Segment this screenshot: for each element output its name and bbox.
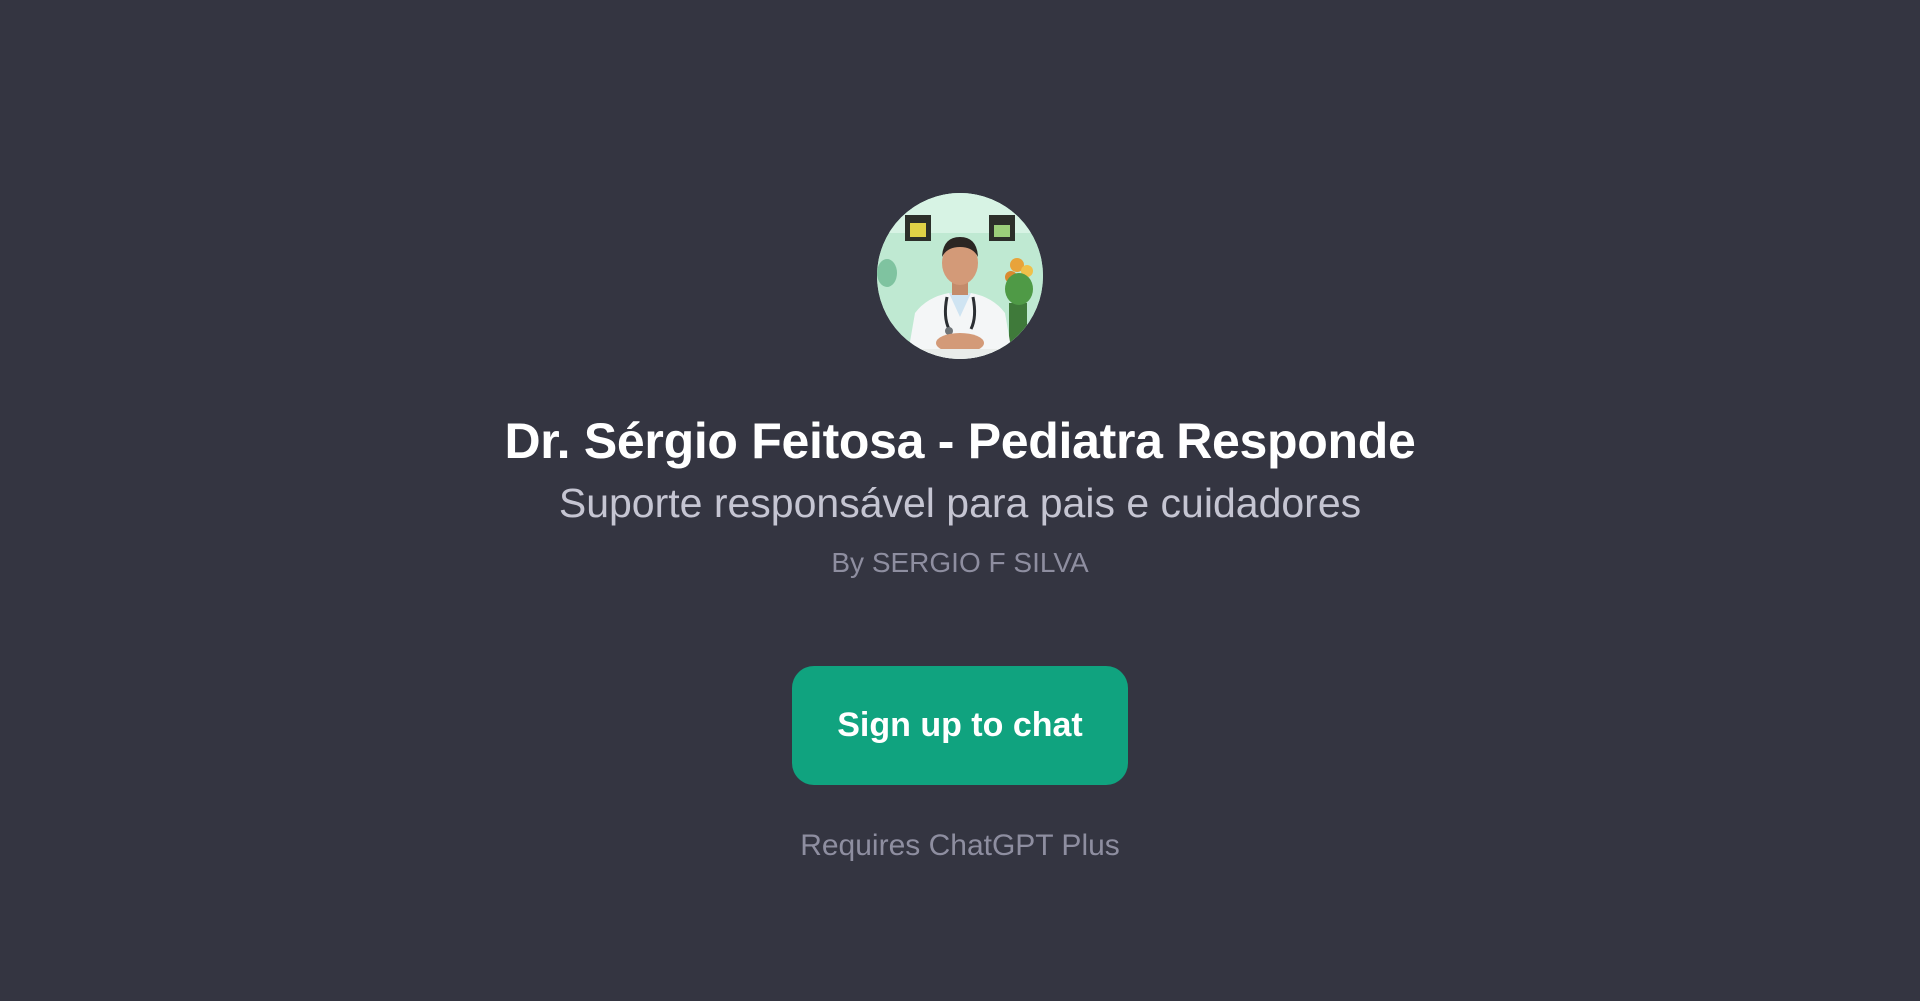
doctor-portrait-image (877, 193, 1043, 359)
gpt-author: By SERGIO F SILVA (831, 547, 1089, 578)
sign-up-to-chat-button[interactable]: Sign up to chat (792, 666, 1128, 785)
gpt-landing-page: Dr. Sérgio Feitosa - Pediatra Responde S… (0, 0, 1920, 1001)
gpt-description: Suporte responsável para pais e cuidador… (558, 480, 1362, 526)
gpt-title: Dr. Sérgio Feitosa - Pediatra Responde (504, 413, 1416, 469)
gpt-avatar (877, 193, 1043, 359)
plus-requirement-note: Requires ChatGPT Plus (800, 829, 1120, 862)
